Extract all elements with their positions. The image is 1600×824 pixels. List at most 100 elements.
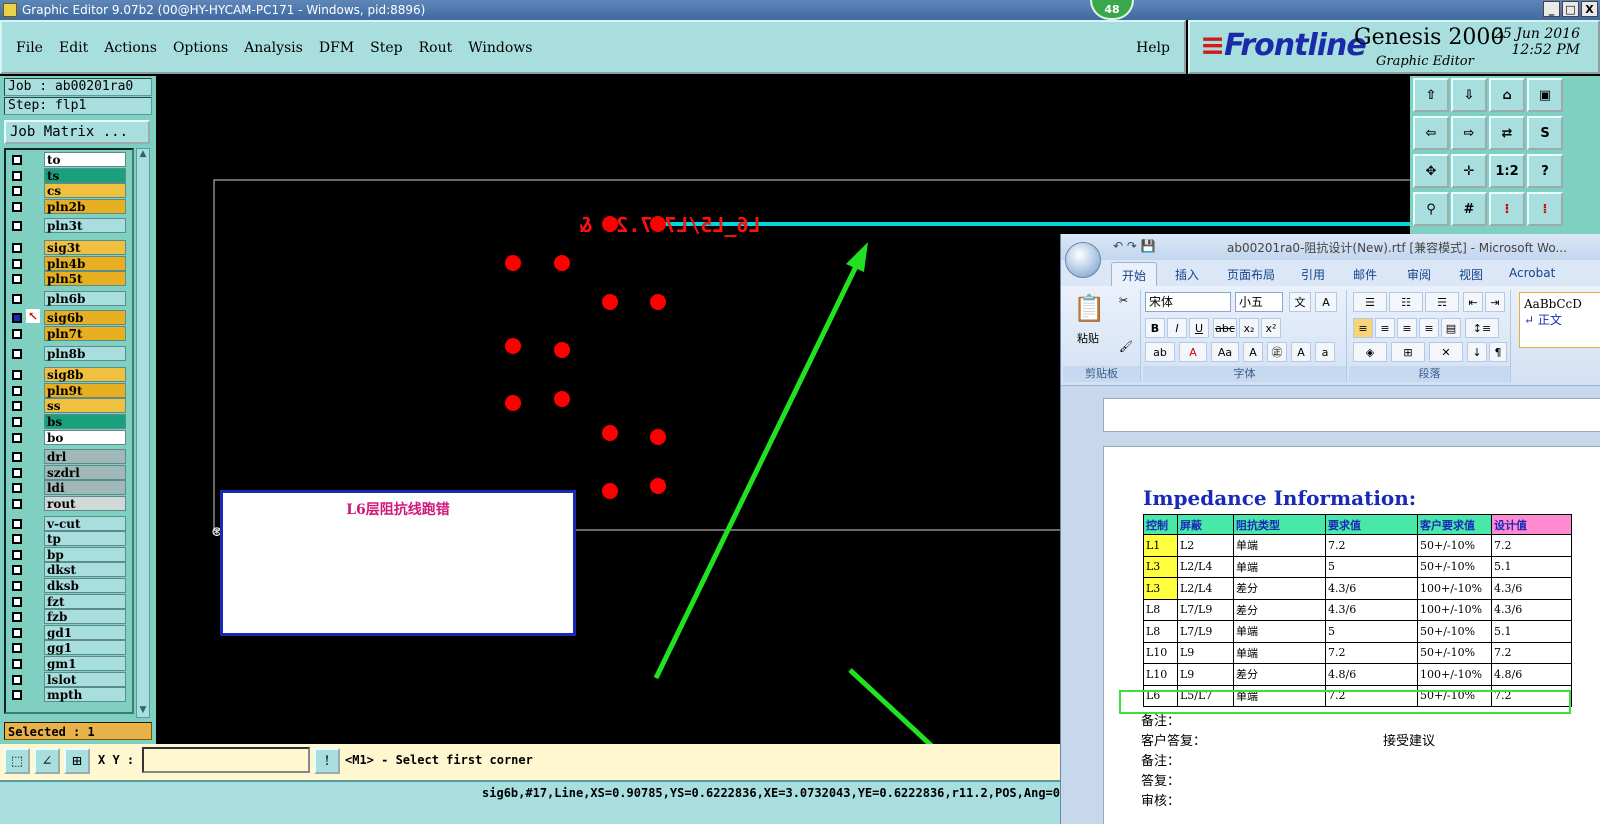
layer-name[interactable]: pln7t [44,326,126,341]
layer-row-bo[interactable]: bo [8,429,130,445]
align-left-icon[interactable]: ≡ [1353,318,1373,338]
xy-input[interactable] [142,747,310,773]
layer-checkbox[interactable] [12,313,22,324]
measure-icon[interactable]: ⚲ [1413,192,1449,226]
scroll-up-icon[interactable]: ▲ [137,149,149,161]
numbering-icon[interactable]: ☷ [1389,292,1423,312]
show-marks-icon[interactable]: ¶ [1489,342,1507,362]
distribute-icon[interactable]: ▤ [1441,318,1461,338]
layer-checkbox[interactable] [12,674,22,685]
layer-checkbox[interactable] [12,596,22,607]
quick-access-icon[interactable]: ↶ ↷ 💾 [1113,239,1156,253]
layer-row-ldi[interactable]: ldi [8,480,130,496]
layer-checkbox[interactable] [12,274,22,285]
bold-icon[interactable]: B [1145,318,1165,338]
tab-review[interactable]: 审阅 [1407,266,1431,283]
font-color-icon[interactable]: A [1179,342,1207,362]
zoom-home-icon[interactable]: ⇧ [1413,78,1449,112]
layer-name[interactable]: lslot [44,671,126,687]
scale-button[interactable]: 1:2 [1489,154,1525,188]
layer-row-sig8b[interactable]: sig8b [8,367,130,383]
layer-checkbox[interactable] [12,452,22,463]
layer-checkbox[interactable] [12,432,22,443]
close-button[interactable]: X [1581,1,1598,17]
layer-name[interactable]: tp [44,531,126,547]
layer-name[interactable]: bp [44,546,126,562]
window-icon[interactable]: ▣ [1527,78,1563,112]
chinese-layout-icon[interactable]: ✕ [1429,342,1463,362]
shading-icon[interactable]: ◈ [1353,342,1387,362]
layer-row-rout[interactable]: rout [8,496,130,511]
menu-windows[interactable]: Windows [468,40,532,56]
change-case-icon[interactable]: Aa [1211,342,1239,362]
layer-checkbox[interactable] [12,659,22,669]
component-icon[interactable]: ⁞ [1527,192,1563,226]
enclose-icon[interactable]: ㊣ [1267,342,1287,362]
bullets-icon[interactable]: ☰ [1353,292,1387,312]
layer-checkbox[interactable] [12,534,22,545]
scroll-down-icon[interactable]: ▼ [137,705,149,717]
menu-rout[interactable]: Rout [419,40,453,56]
layer-row-pln5t[interactable]: pln5t [8,271,130,287]
layer-row-pln7t[interactable]: pln7t [8,326,130,341]
layer-name[interactable]: fzb [44,609,126,625]
grow-font-icon[interactable]: A [1291,342,1311,362]
layer-checkbox[interactable] [12,201,22,212]
job-matrix-button[interactable]: Job Matrix ... [4,120,150,144]
layer-row-dkst[interactable]: dkst [8,562,130,578]
net-icon[interactable]: ⁝ [1489,192,1525,226]
layer-name[interactable]: pln4b [44,255,126,271]
menu-file[interactable]: File [16,40,43,56]
layer-row-cs[interactable]: cs [8,183,130,199]
line-spacing-icon[interactable]: ↕≡ [1465,318,1499,338]
layer-row-bp[interactable]: bp [8,546,130,562]
sort-icon[interactable]: ↓ [1467,342,1487,362]
layer-checkbox[interactable] [12,370,22,381]
menu-actions[interactable]: Actions [104,40,157,56]
layer-name[interactable]: drl [44,449,126,465]
italic-icon[interactable]: I [1167,318,1187,338]
help-button[interactable]: ? [1527,154,1563,188]
layer-checkbox[interactable] [12,155,22,165]
office-button-icon[interactable] [1065,242,1101,278]
layer-scrollbar[interactable]: ▲ ▼ [136,148,150,718]
layer-checkbox[interactable] [12,518,22,529]
style-normal[interactable]: AaBbCcD ↵ 正文 [1519,292,1600,348]
layer-row-tp[interactable]: tp [8,531,130,547]
justify-icon[interactable]: ≡ [1419,318,1439,338]
layer-row-dksb[interactable]: dksb [8,578,130,593]
layer-name[interactable]: gg1 [44,640,126,656]
layer-checkbox[interactable] [12,581,22,591]
layer-row-gm1[interactable]: gm1 [8,656,130,671]
layer-name[interactable]: ts [44,167,126,183]
tab-acrobat[interactable]: Acrobat [1509,266,1555,280]
layer-row-pln8b[interactable]: pln8b [8,345,130,361]
layer-row-lslot[interactable]: lslot [8,671,130,687]
cut-icon[interactable]: ✂ [1119,294,1128,307]
layer-row-gd1[interactable]: gd1 [8,624,130,640]
layer-checkbox[interactable] [12,385,22,396]
layer-name[interactable]: pln9t [44,382,126,398]
layer-name[interactable]: pln8b [44,345,126,361]
layer-row-pln6b[interactable]: pln6b [8,290,130,306]
layer-name[interactable]: gm1 [44,656,126,671]
borders-icon[interactable]: ⊞ [1391,342,1425,362]
font-name-select[interactable]: 宋体 [1145,292,1231,312]
layer-row-sig6b[interactable]: ↖ sig6b [8,309,130,326]
layer-name[interactable]: ldi [44,480,126,496]
layer-name[interactable]: rout [44,496,126,511]
subscript-icon[interactable]: x₂ [1239,318,1259,338]
layer-name[interactable]: bs [44,414,126,429]
layer-name[interactable]: mpth [44,687,126,703]
layer-checkbox[interactable] [12,499,22,509]
layer-name[interactable]: pln5t [44,271,126,287]
layer-checkbox[interactable] [12,186,22,197]
layer-name[interactable]: pln2b [44,198,126,214]
multilevel-icon[interactable]: ☴ [1425,292,1459,312]
menu-dfm[interactable]: DFM [319,40,354,56]
grid-icon[interactable]: # [1451,192,1487,226]
menu-analysis[interactable]: Analysis [244,40,303,56]
maximize-button[interactable]: □ [1562,1,1579,17]
layer-row-pln3t[interactable]: pln3t [8,218,130,234]
layer-row-ts[interactable]: ts [8,167,130,183]
